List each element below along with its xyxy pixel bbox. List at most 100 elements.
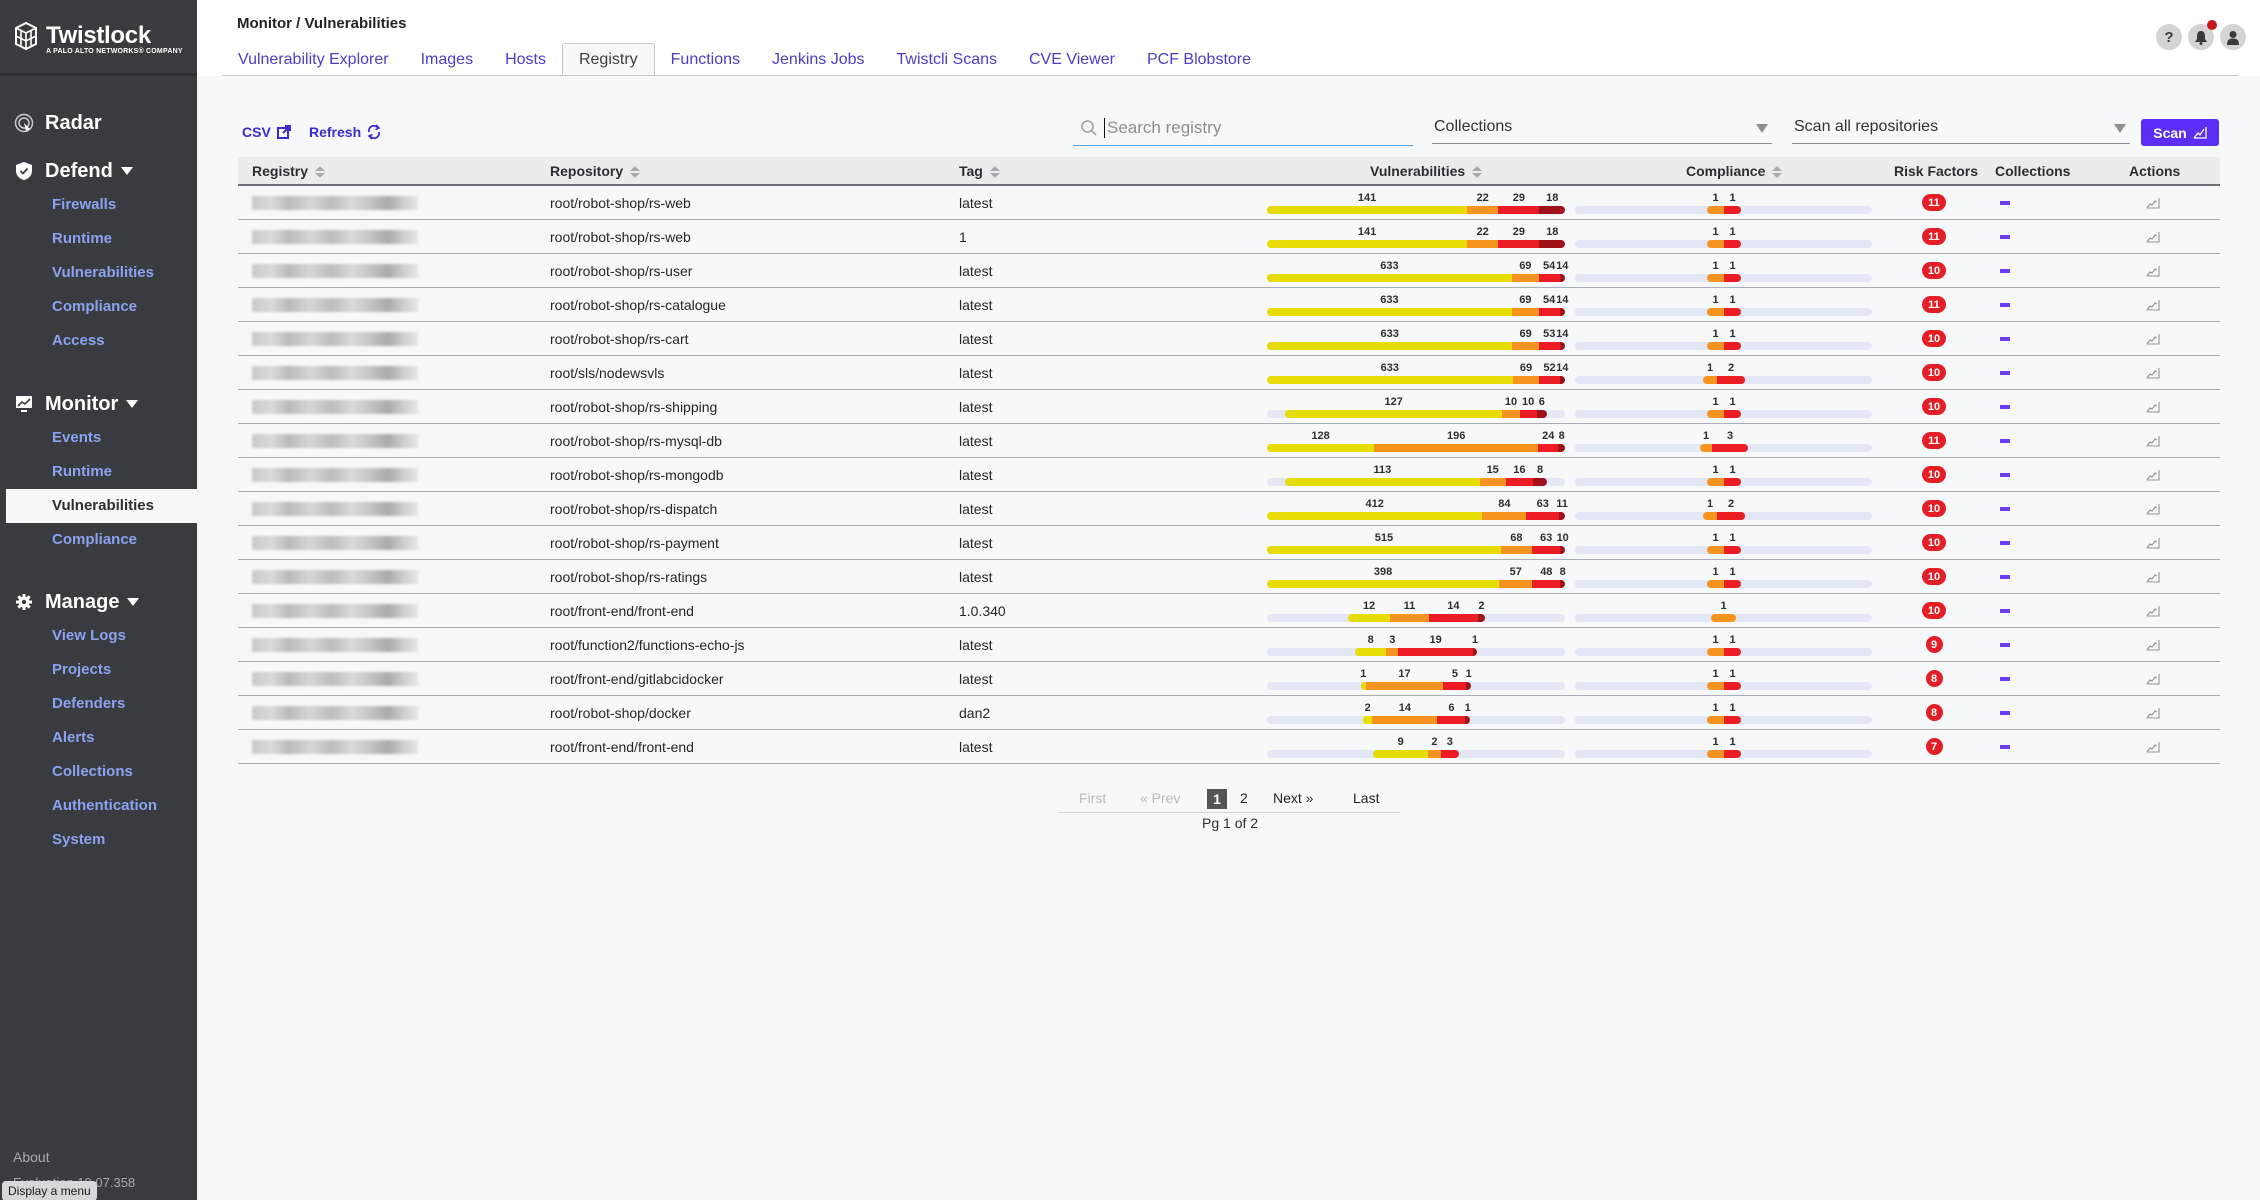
sidebar-item-alerts[interactable]: Alerts <box>0 721 197 755</box>
compliance-bar[interactable]: 11 <box>1575 186 1872 219</box>
nav-head-monitor[interactable]: Monitor <box>0 387 197 421</box>
first-page-button[interactable]: First <box>1079 790 1106 806</box>
risk-factors-badge[interactable]: 11 <box>1922 194 1946 211</box>
scan-report-button[interactable] <box>2146 526 2160 559</box>
sidebar-item-defend-vulnerabilities[interactable]: Vulnerabilities <box>0 256 197 290</box>
table-row[interactable]: root/sls/nodewsvls latest 10 633 69 52 14 1 2 <box>238 356 2220 390</box>
sidebar-item-view-logs[interactable]: View Logs <box>0 619 197 653</box>
vulnerabilities-bar[interactable]: 9 23 <box>1267 730 1565 763</box>
sidebar-item-monitor-vulnerabilities[interactable]: Vulnerabilities <box>6 489 197 523</box>
sort-icon[interactable] <box>1472 165 1483 178</box>
table-row[interactable]: root/robot-shop/rs-web 1 11 141 22 29 18 1 1 <box>238 220 2220 254</box>
table-row[interactable]: root/robot-shop/rs-shipping latest 10 127 10… <box>238 390 2220 424</box>
sidebar-item-firewalls[interactable]: Firewalls <box>0 188 197 222</box>
risk-factors-badge[interactable]: 10 <box>1921 466 1947 483</box>
table-row[interactable]: root/robot-shop/rs-ratings latest 10 398 57 4… <box>238 560 2220 594</box>
vulnerabilities-bar[interactable]: 2 14 6 1 <box>1267 696 1565 729</box>
page-2-button[interactable]: 2 <box>1240 790 1248 806</box>
vulnerabilities-bar[interactable]: 515 68 63 10 <box>1267 526 1569 559</box>
search-input[interactable] <box>1104 118 1404 138</box>
vulnerabilities-bar[interactable]: 412 84 63 11 <box>1267 492 1568 525</box>
table-row[interactable]: root/robot-shop/rs-dispatch latest 10 412 84… <box>238 492 2220 526</box>
scan-report-button[interactable] <box>2146 254 2160 287</box>
nav-head-radar[interactable]: Radar <box>0 106 197 140</box>
risk-factors-badge[interactable]: 10 <box>1921 398 1947 415</box>
table-row[interactable]: root/front-end/front-end 1.0.340 10 12 11 14 2… <box>238 594 2220 628</box>
vulnerabilities-bar[interactable]: 1 17 5 1 <box>1267 662 1565 695</box>
nav-radar[interactable]: Radar <box>0 106 197 140</box>
scan-report-button[interactable] <box>2146 662 2160 695</box>
sidebar-item-monitor-compliance[interactable]: Compliance <box>0 523 197 557</box>
scan-report-button[interactable] <box>2146 628 2160 661</box>
sidebar-item-defenders[interactable]: Defenders <box>0 687 197 721</box>
tab-registry[interactable]: Registry <box>561 43 655 76</box>
last-page-button[interactable]: Last <box>1353 790 1379 806</box>
scan-report-button[interactable] <box>2146 356 2160 389</box>
table-row[interactable]: root/front-end/gitlabcidocker latest 8 1 17 5… <box>238 662 2220 696</box>
prev-page-button[interactable]: « Prev <box>1140 790 1180 806</box>
sidebar-item-system[interactable]: System <box>0 823 197 857</box>
sidebar-item-projects[interactable]: Projects <box>0 653 197 687</box>
scan-scope-select[interactable]: Scan all repositories <box>1792 111 2130 144</box>
sidebar-item-collections[interactable]: Collections <box>0 755 197 789</box>
risk-factors-badge[interactable]: 11 <box>1922 432 1946 449</box>
column-header-compliance[interactable]: Compliance <box>1686 157 1783 186</box>
tab-jenkins-jobs[interactable]: Jenkins Jobs <box>756 44 881 76</box>
scan-report-button[interactable] <box>2146 492 2160 525</box>
table-row[interactable]: root/robot-shop/rs-payment latest 10 515 68 6… <box>238 526 2220 560</box>
table-row[interactable]: root/function2/functions-echo-js latest 9 8… <box>238 628 2220 662</box>
compliance-bar[interactable]: 11 <box>1575 696 1872 729</box>
table-row[interactable]: root/robot-shop/rs-mysql-db latest 11 128 19… <box>238 424 2220 458</box>
risk-factors-badge[interactable]: 11 <box>1922 296 1946 313</box>
vulnerabilities-bar[interactable]: 127 10 10 6 <box>1267 390 1565 423</box>
vulnerabilities-bar[interactable]: 12 11 14 2 <box>1267 594 1565 627</box>
sidebar-item-monitor-runtime[interactable]: Runtime <box>0 455 197 489</box>
notifications-button[interactable] <box>2188 20 2217 50</box>
vulnerabilities-bar[interactable]: 113 15 16 8 <box>1267 458 1565 491</box>
risk-factors-badge[interactable]: 10 <box>1921 500 1947 517</box>
compliance-bar[interactable]: 11 <box>1575 560 1872 593</box>
risk-factors-badge[interactable]: 10 <box>1921 602 1947 619</box>
sort-icon[interactable] <box>1772 165 1783 178</box>
compliance-bar[interactable]: 11 <box>1575 458 1872 491</box>
risk-factors-badge[interactable]: 10 <box>1921 262 1947 279</box>
nav-head-manage[interactable]: Manage <box>0 585 197 619</box>
column-header-tag[interactable]: Tag <box>959 157 1000 186</box>
risk-factors-badge[interactable]: 8 <box>1925 670 1943 687</box>
risk-factors-badge[interactable]: 9 <box>1925 636 1943 653</box>
twistlock-logo[interactable]: Twistlock <box>12 22 151 50</box>
collections-select[interactable]: Collections <box>1432 111 1772 144</box>
compliance-bar[interactable]: 12 <box>1575 492 1872 525</box>
vulnerabilities-bar[interactable]: 633 69 52 14 <box>1267 356 1568 389</box>
tab-cve-viewer[interactable]: CVE Viewer <box>1013 44 1131 76</box>
scan-report-button[interactable] <box>2146 730 2160 763</box>
compliance-bar[interactable]: 1 <box>1575 594 1872 627</box>
scan-report-button[interactable] <box>2146 390 2160 423</box>
csv-export-button[interactable]: CSV <box>242 124 291 140</box>
vulnerabilities-bar[interactable]: 141 22 29 18 <box>1267 220 1565 253</box>
sidebar-item-defend-runtime[interactable]: Runtime <box>0 222 197 256</box>
risk-factors-badge[interactable]: 11 <box>1922 228 1946 245</box>
compliance-bar[interactable]: 11 <box>1575 730 1872 763</box>
sort-icon[interactable] <box>315 165 326 178</box>
compliance-bar[interactable]: 12 <box>1575 356 1872 389</box>
risk-factors-badge[interactable]: 7 <box>1925 738 1943 755</box>
sort-icon[interactable] <box>989 165 1000 178</box>
risk-factors-badge[interactable]: 8 <box>1925 704 1943 721</box>
vulnerabilities-bar[interactable]: 8 3 19 1 <box>1267 628 1565 661</box>
vulnerabilities-bar[interactable]: 141 22 29 18 <box>1267 186 1565 219</box>
about-link[interactable]: About <box>13 1149 50 1165</box>
sidebar-item-access[interactable]: Access <box>0 324 197 358</box>
scan-report-button[interactable] <box>2146 424 2160 457</box>
table-row[interactable]: root/robot-shop/rs-mongodb latest 10 113 15 1… <box>238 458 2220 492</box>
nav-head-defend[interactable]: Defend <box>0 154 197 188</box>
column-header-repository[interactable]: Repository <box>550 157 641 186</box>
tab-twistcli-scans[interactable]: Twistcli Scans <box>881 44 1013 76</box>
scan-report-button[interactable] <box>2146 186 2160 219</box>
search-field[interactable] <box>1073 111 1413 146</box>
help-button[interactable]: ? <box>2156 24 2182 50</box>
scan-report-button[interactable] <box>2146 322 2160 355</box>
sidebar-item-events[interactable]: Events <box>0 421 197 455</box>
risk-factors-badge[interactable]: 10 <box>1921 568 1947 585</box>
risk-factors-badge[interactable]: 10 <box>1921 330 1947 347</box>
